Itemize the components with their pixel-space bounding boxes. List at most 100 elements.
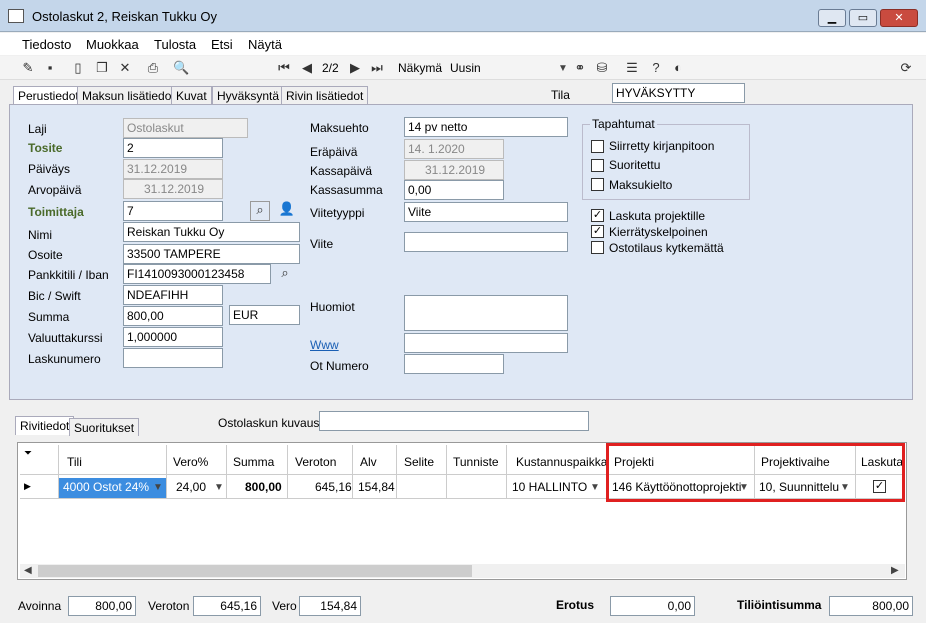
first-record-icon[interactable]: ⏮ <box>276 60 292 76</box>
erapaiva-label: Eräpäivä <box>310 145 358 159</box>
tab-maksun-lisatiedot[interactable]: Maksun lisätiedot <box>77 86 180 104</box>
settings-icon[interactable]: ◐ <box>670 60 686 76</box>
menu-tiedosto[interactable]: Tiedosto <box>22 37 71 52</box>
www-field[interactable] <box>404 333 568 353</box>
scroll-right-icon[interactable]: ▶ <box>891 565 899 576</box>
laskuta-projektille-checkbox[interactable]: ✓ <box>591 209 604 222</box>
maksukielto-checkbox[interactable] <box>591 178 604 191</box>
menu-nayta[interactable]: Näytä <box>248 37 282 52</box>
minimize-button[interactable]: ▁ <box>818 9 846 27</box>
valuuttakurssi-label: Valuuttakurssi <box>28 331 103 345</box>
help-icon[interactable]: ? <box>648 60 664 76</box>
view-select[interactable]: Uusin <box>450 61 481 75</box>
nimi-field[interactable]: Reiskan Tukku Oy <box>123 222 300 242</box>
new-icon[interactable]: ▯ <box>70 60 86 76</box>
vero-dropdown-icon[interactable]: ▼ <box>214 482 224 493</box>
menu-muokkaa[interactable]: Muokkaa <box>86 37 139 52</box>
cell-kustannuspaikka[interactable]: 10 HALLINTO <box>512 478 587 498</box>
cell-vero[interactable]: 24,00 <box>176 478 206 498</box>
avoinna-label: Avoinna <box>18 599 62 613</box>
link-icon[interactable]: ⚭ <box>572 60 588 76</box>
siirretty-checkbox[interactable] <box>591 140 604 153</box>
cell-alv[interactable]: 154,84 <box>358 478 395 498</box>
print-icon[interactable]: ⎙ <box>145 60 161 76</box>
chevron-down-icon[interactable]: ▼ <box>558 63 568 74</box>
maksuehto-select[interactable]: 14 pv netto <box>404 117 568 137</box>
header-selite[interactable]: Selite <box>404 455 434 469</box>
tila-label: Tila <box>551 88 570 102</box>
tab-suoritukset[interactable]: Suoritukset <box>69 418 140 436</box>
header-kustannuspaikka[interactable]: Kustannuspaikka <box>516 455 607 469</box>
veroton-total-field: 645,16 <box>193 596 261 616</box>
huomiot-textarea[interactable] <box>404 295 568 331</box>
header-veroton[interactable]: Veroton <box>295 455 336 469</box>
tab-perustiedot[interactable]: Perustiedot <box>13 86 84 105</box>
last-record-icon[interactable]: ⏭ <box>369 60 385 76</box>
maximize-button[interactable]: ▭ <box>849 9 877 27</box>
tiliointisumma-label: Tiliöintisumma <box>737 598 822 612</box>
tosite-field[interactable]: 2 <box>123 138 223 158</box>
kuvaus-field[interactable] <box>319 411 589 431</box>
paivays-label: Päiväys <box>28 162 71 176</box>
erapaiva-field[interactable]: 14. 1.2020 <box>404 139 504 159</box>
close-button[interactable]: ✕ <box>880 9 918 27</box>
tab-kuvat[interactable]: Kuvat <box>171 86 212 104</box>
toimittaja-field[interactable]: 7 <box>123 201 223 221</box>
osoite-field[interactable]: 33500 TAMPERE <box>123 244 300 264</box>
kierratyskelpoinen-label: Kierrätyskelpoinen <box>609 225 708 239</box>
tab-rivitiedot[interactable]: Rivitiedot <box>15 416 75 435</box>
row-pointer-icon: ▶ <box>24 481 31 491</box>
laji-select[interactable]: Ostolaskut <box>123 118 248 138</box>
prev-record-icon[interactable]: ◀ <box>299 60 315 76</box>
currency-select[interactable]: EUR <box>229 305 300 325</box>
ostotilaus-checkbox[interactable] <box>591 241 604 254</box>
erotus-label: Erotus <box>556 598 595 612</box>
cell-tili[interactable]: 4000 Ostot 24% <box>59 478 166 498</box>
list-icon[interactable]: ☰ <box>624 60 640 76</box>
header-alv[interactable]: Alv <box>360 455 377 469</box>
kassapaiva-field[interactable]: 31.12.2019 <box>404 160 504 180</box>
search-iban-icon[interactable]: ⌕ <box>277 265 293 281</box>
viite-field[interactable] <box>404 232 568 252</box>
delete-icon[interactable]: ✕ <box>117 60 133 76</box>
next-record-icon[interactable]: ▶ <box>347 60 363 76</box>
kustannuspaikka-dropdown-icon[interactable]: ▼ <box>590 482 600 493</box>
header-vero[interactable]: Vero% <box>173 455 208 469</box>
scrollbar-thumb[interactable] <box>38 565 472 577</box>
www-link[interactable]: Www <box>310 338 339 352</box>
bic-field[interactable]: NDEAFIHH <box>123 285 223 305</box>
valuuttakurssi-field[interactable]: 1,000000 <box>123 327 223 347</box>
person-icon[interactable]: 👤 <box>277 201 297 221</box>
summa-field[interactable]: 800,00 <box>123 306 223 326</box>
paivays-field[interactable]: 31.12.2019 <box>123 159 223 179</box>
kierratyskelpoinen-checkbox[interactable]: ✓ <box>591 225 604 238</box>
search-supplier-icon[interactable]: ⌕ <box>250 201 270 221</box>
suoritettu-checkbox[interactable] <box>591 159 604 172</box>
save-icon[interactable]: ▪ <box>42 60 58 76</box>
search-icon[interactable]: 🔍 <box>173 60 189 76</box>
viitetyyppi-select[interactable]: Viite <box>404 202 568 222</box>
arvopaiva-field[interactable]: 31.12.2019 <box>123 179 223 199</box>
refresh-icon[interactable]: ⟳ <box>898 60 914 76</box>
scroll-left-icon[interactable]: ◀ <box>24 565 32 576</box>
database-icon[interactable]: ⛁ <box>594 60 610 76</box>
edit-icon[interactable]: ✎ <box>20 60 36 76</box>
header-tunniste[interactable]: Tunniste <box>453 455 499 469</box>
kassasumma-field[interactable]: 0,00 <box>404 180 504 200</box>
menu-etsi[interactable]: Etsi <box>211 37 233 52</box>
header-tili[interactable]: Tili <box>67 455 82 469</box>
tab-rivin-lisatiedot[interactable]: Rivin lisätiedot <box>281 86 369 104</box>
menu-tulosta[interactable]: Tulosta <box>154 37 196 52</box>
laskunumero-field[interactable] <box>123 348 223 368</box>
otnumero-field[interactable] <box>404 354 504 374</box>
vero-total-field: 154,84 <box>299 596 361 616</box>
pankkitili-field[interactable]: FI1410093000123458 <box>123 264 271 284</box>
header-summa[interactable]: Summa <box>233 455 274 469</box>
nimi-label: Nimi <box>28 228 52 242</box>
copy-icon[interactable]: ❐ <box>94 60 110 76</box>
tili-dropdown-icon[interactable]: ▼ <box>153 482 163 493</box>
tab-hyvaksynta[interactable]: Hyväksyntä <box>212 86 285 104</box>
cell-veroton[interactable]: 645,16 <box>315 478 352 498</box>
cell-summa[interactable]: 800,00 <box>245 478 282 498</box>
filter-icon[interactable]: ⏷ <box>24 448 32 459</box>
